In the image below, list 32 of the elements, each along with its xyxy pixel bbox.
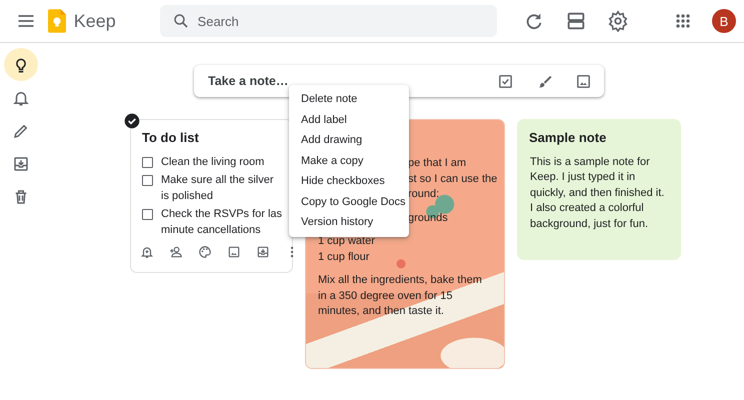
checkbox-icon[interactable] bbox=[497, 72, 514, 90]
image-icon[interactable] bbox=[227, 245, 241, 259]
archive-icon[interactable] bbox=[256, 245, 270, 259]
note-text: Mix all the ingredients, bake them in a 350 degree oven for 15 minutes, and then taste it. bbox=[318, 273, 483, 319]
checkbox[interactable] bbox=[142, 175, 153, 186]
sidebar-item[interactable] bbox=[4, 48, 38, 81]
archive-icon bbox=[12, 154, 30, 172]
checklist-item: Clean the living room bbox=[161, 154, 264, 170]
image-icon[interactable] bbox=[575, 72, 592, 90]
note-card[interactable]: Sample note This is a sample note for Keep. I just typed it in quickly, and then finished it. I also created a colorful background, just for fun. bbox=[517, 119, 681, 260]
selected-check-icon[interactable] bbox=[124, 113, 140, 129]
note-text: This is a sample note for Keep. I just typed it in quickly, and then finished it. I also created a colorful background, just for fun. bbox=[529, 154, 666, 232]
note-title: To do list bbox=[141, 129, 200, 146]
checklist-item: Make sure all the silver is polished bbox=[161, 173, 274, 204]
note-text: round: bbox=[408, 187, 440, 202]
checkbox[interactable] bbox=[142, 209, 153, 220]
menu-item[interactable]: Delete note bbox=[289, 89, 409, 110]
add-reminder-icon[interactable] bbox=[140, 245, 154, 259]
note-card[interactable]: To do list Clean the living room Make sure all the silver is polished Check the RSVPs for las minute cancellations bbox=[130, 119, 293, 273]
add-person-icon[interactable] bbox=[169, 245, 183, 259]
checklist-item: Check the RSVPs for las minute cancellations bbox=[161, 207, 282, 238]
note-input[interactable]: Take a note… bbox=[206, 73, 475, 89]
settings-icon[interactable] bbox=[606, 10, 629, 32]
search-icon bbox=[172, 12, 190, 30]
app-title: Keep bbox=[74, 10, 117, 32]
logo-icon bbox=[48, 8, 66, 34]
note-text: grounds bbox=[408, 210, 448, 226]
avatar[interactable]: B bbox=[712, 9, 736, 33]
note-title: Sample note bbox=[528, 129, 608, 146]
note-text: 1 cup flour bbox=[318, 250, 370, 264]
palette-icon[interactable] bbox=[198, 245, 212, 259]
checkbox[interactable] bbox=[142, 156, 153, 168]
